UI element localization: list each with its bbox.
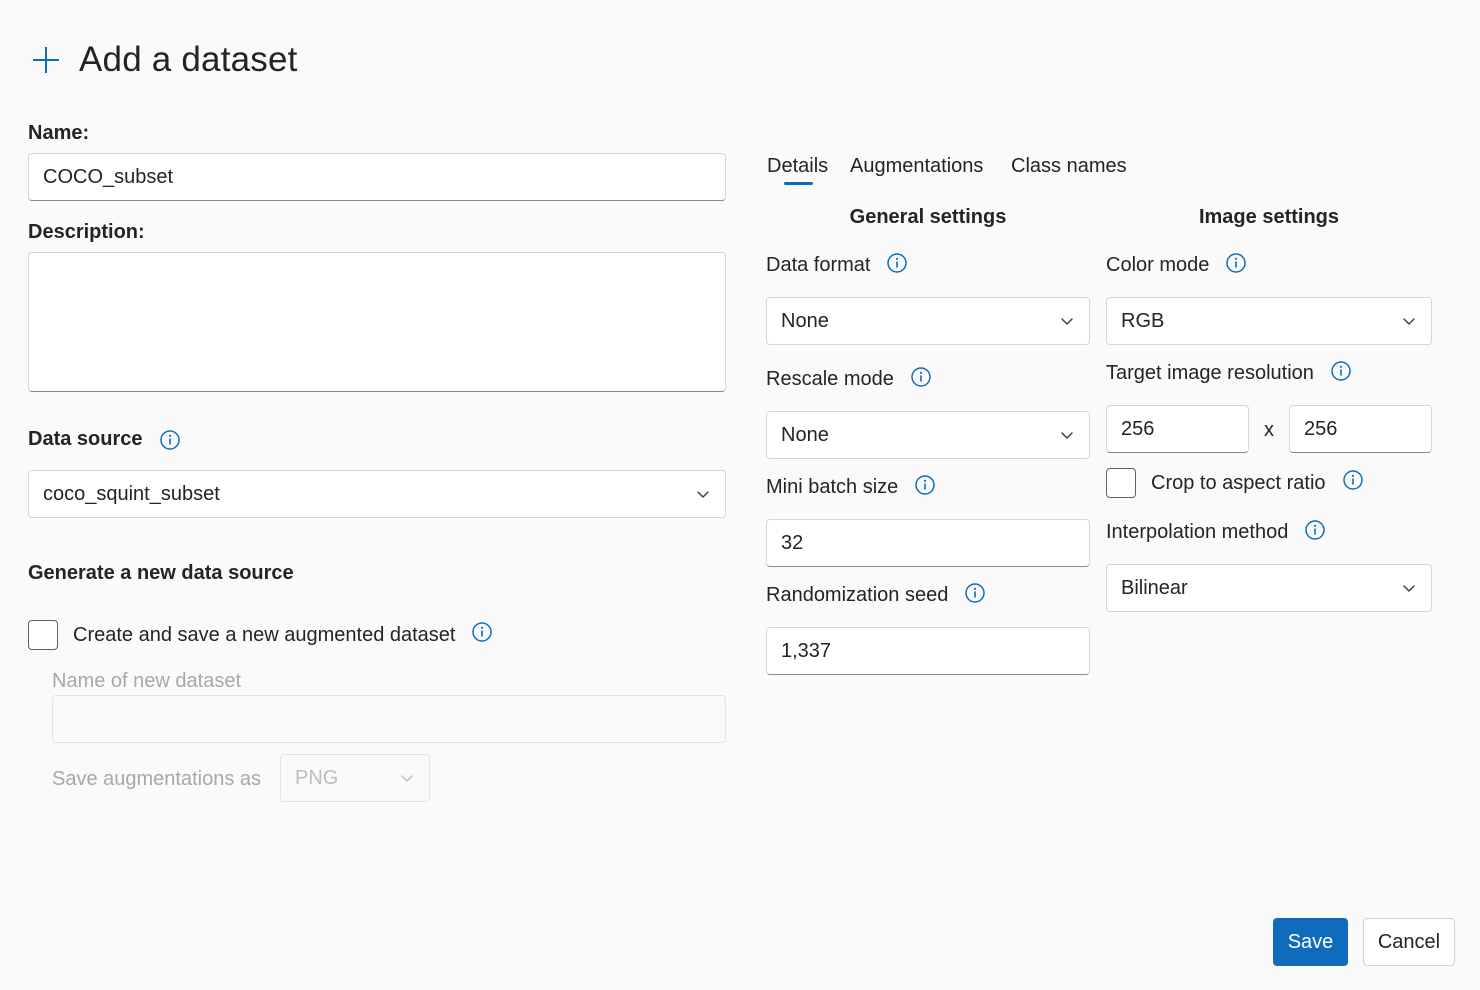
info-icon[interactable] bbox=[159, 429, 181, 451]
tab-class-names[interactable]: Class names bbox=[1011, 155, 1127, 178]
chevron-down-icon bbox=[1059, 313, 1075, 329]
mini-batch-input[interactable]: 32 bbox=[766, 519, 1090, 567]
tab-selected-indicator bbox=[784, 182, 813, 185]
seed-input[interactable]: 1,337 bbox=[766, 627, 1090, 675]
resolution-separator: x bbox=[1264, 419, 1274, 441]
seed-value: 1,337 bbox=[781, 639, 832, 662]
crop-aspect-checkbox[interactable] bbox=[1106, 468, 1136, 498]
create-augmented-row: Create and save a new augmented dataset bbox=[28, 620, 493, 650]
rescale-mode-dropdown[interactable]: None bbox=[766, 411, 1090, 459]
interpolation-label-row: Interpolation method bbox=[1106, 519, 1326, 544]
resolution-width-input[interactable]: 256 bbox=[1106, 405, 1249, 453]
data-source-dropdown[interactable]: coco_squint_subset bbox=[28, 470, 726, 518]
rescale-mode-value: None bbox=[781, 423, 829, 446]
chevron-down-icon bbox=[1059, 427, 1075, 443]
color-mode-dropdown[interactable]: RGB bbox=[1106, 297, 1432, 345]
save-augmentations-value: PNG bbox=[295, 766, 339, 789]
image-settings-heading: Image settings bbox=[1198, 206, 1340, 228]
resolution-label: Target image resolution bbox=[1106, 362, 1314, 384]
plus-icon bbox=[30, 44, 62, 76]
color-mode-label: Color mode bbox=[1106, 254, 1210, 276]
info-icon[interactable] bbox=[914, 474, 936, 496]
color-mode-label-row: Color mode bbox=[1106, 252, 1247, 277]
rescale-mode-label-row: Rescale mode bbox=[766, 366, 932, 391]
info-icon[interactable] bbox=[886, 252, 908, 274]
chevron-down-icon bbox=[1401, 580, 1417, 596]
data-format-value: None bbox=[781, 309, 829, 332]
mini-batch-label: Mini batch size bbox=[766, 476, 899, 498]
description-label: Description: bbox=[28, 221, 145, 243]
info-icon[interactable] bbox=[1304, 519, 1326, 541]
tab-details[interactable]: Details bbox=[767, 155, 828, 178]
save-button[interactable]: Save bbox=[1273, 918, 1348, 966]
dialog-title: Add a dataset bbox=[79, 40, 298, 79]
resolution-height-input[interactable]: 256 bbox=[1289, 405, 1432, 453]
interpolation-dropdown[interactable]: Bilinear bbox=[1106, 564, 1432, 612]
description-textarea[interactable] bbox=[28, 252, 726, 392]
save-augmentations-label: Save augmentations as bbox=[52, 768, 262, 790]
create-augmented-checkbox[interactable] bbox=[28, 620, 58, 650]
dialog-header: Add a dataset bbox=[30, 38, 298, 82]
info-icon[interactable] bbox=[964, 582, 986, 604]
mini-batch-label-row: Mini batch size bbox=[766, 474, 936, 499]
crop-aspect-row: Crop to aspect ratio bbox=[1106, 468, 1364, 498]
general-settings-heading: General settings bbox=[849, 206, 1007, 228]
new-dataset-name-input[interactable] bbox=[52, 695, 726, 743]
name-label: Name: bbox=[28, 122, 90, 144]
info-icon[interactable] bbox=[1342, 469, 1364, 491]
color-mode-value: RGB bbox=[1121, 309, 1165, 332]
chevron-down-icon bbox=[399, 770, 415, 786]
data-format-dropdown[interactable]: None bbox=[766, 297, 1090, 345]
name-input[interactable]: COCO_subset bbox=[28, 153, 726, 201]
data-source-value: coco_squint_subset bbox=[43, 482, 220, 505]
resolution-label-row: Target image resolution bbox=[1106, 360, 1352, 385]
info-icon[interactable] bbox=[1225, 252, 1247, 274]
data-source-label: Data source bbox=[28, 428, 143, 450]
info-icon[interactable] bbox=[1330, 360, 1352, 382]
generate-heading: Generate a new data source bbox=[28, 562, 294, 584]
new-dataset-name-label: Name of new dataset bbox=[52, 670, 241, 692]
rescale-mode-label: Rescale mode bbox=[766, 368, 894, 390]
crop-aspect-label: Crop to aspect ratio bbox=[1151, 471, 1326, 494]
data-source-label-row: Data source bbox=[28, 428, 181, 451]
data-format-label: Data format bbox=[766, 254, 871, 276]
info-icon[interactable] bbox=[471, 621, 493, 643]
seed-label: Randomization seed bbox=[766, 584, 949, 606]
save-augmentations-dropdown[interactable]: PNG bbox=[280, 754, 430, 802]
tab-augmentations[interactable]: Augmentations bbox=[850, 155, 983, 178]
interpolation-value: Bilinear bbox=[1121, 576, 1188, 599]
data-format-label-row: Data format bbox=[766, 252, 908, 277]
cancel-button[interactable]: Cancel bbox=[1363, 918, 1455, 966]
chevron-down-icon bbox=[1401, 313, 1417, 329]
mini-batch-value: 32 bbox=[781, 531, 804, 554]
chevron-down-icon bbox=[695, 486, 711, 502]
create-augmented-label: Create and save a new augmented dataset bbox=[73, 623, 456, 646]
info-icon[interactable] bbox=[910, 366, 932, 388]
resolution-height-value: 256 bbox=[1304, 417, 1338, 440]
resolution-width-value: 256 bbox=[1121, 417, 1155, 440]
interpolation-label: Interpolation method bbox=[1106, 521, 1289, 543]
seed-label-row: Randomization seed bbox=[766, 582, 986, 607]
name-input-value: COCO_subset bbox=[43, 165, 174, 188]
